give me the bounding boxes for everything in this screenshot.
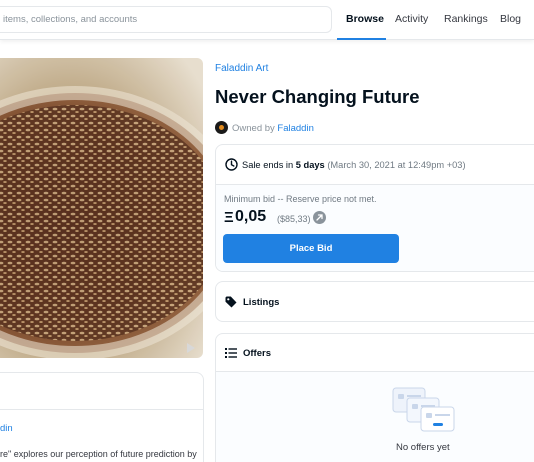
- clock-icon: [225, 158, 238, 171]
- collection-link[interactable]: Faladdin Art: [215, 63, 268, 74]
- artwork-image[interactable]: [0, 58, 203, 358]
- sale-panel: Sale ends in 5 days (March 30, 2021 at 1…: [215, 144, 534, 272]
- description-text: re" explores our perception of future pr…: [0, 449, 197, 459]
- empty-offers-icon: [392, 387, 455, 432]
- top-navbar: items, collections, and accounts Browse …: [0, 0, 534, 40]
- search-input[interactable]: items, collections, and accounts: [0, 6, 332, 33]
- offers-header[interactable]: Offers: [216, 334, 534, 372]
- sale-remaining: 5 days: [295, 160, 325, 170]
- nav-activity[interactable]: Activity: [395, 13, 428, 25]
- price-value: 0,05: [235, 208, 267, 225]
- play-icon[interactable]: [186, 343, 196, 353]
- list-icon: [225, 348, 237, 358]
- price-usd: ($85,33): [277, 214, 311, 224]
- item-title: Never Changing Future: [215, 86, 420, 107]
- no-offers-text: No offers yet: [396, 442, 450, 453]
- offers-label: Offers: [243, 348, 271, 359]
- nav-browse[interactable]: Browse: [346, 13, 384, 25]
- owner-avatar[interactable]: [215, 121, 228, 134]
- owner-link[interactable]: Faladdin: [277, 123, 313, 134]
- tag-icon: [225, 296, 237, 308]
- search-placeholder: items, collections, and accounts: [3, 14, 138, 25]
- arrow-up-right-icon[interactable]: [313, 211, 326, 224]
- creator-link[interactable]: din: [0, 423, 13, 434]
- offers-accordion: Offers No offers yet: [215, 333, 534, 462]
- offers-body: No offers yet: [216, 372, 534, 462]
- eth-icon: Ξ: [224, 209, 234, 226]
- nav-blog[interactable]: Blog: [500, 13, 521, 25]
- sale-date: (March 30, 2021 at 12:49pm +03): [327, 160, 466, 170]
- listings-accordion[interactable]: Listings: [215, 281, 534, 322]
- description-divider: [0, 409, 204, 410]
- active-nav-indicator: [337, 38, 386, 40]
- sale-header: Sale ends in 5 days (March 30, 2021 at 1…: [216, 145, 534, 185]
- nav-rankings[interactable]: Rankings: [444, 13, 488, 25]
- minimum-bid-label: Minimum bid -- Reserve price not met.: [224, 194, 377, 204]
- sale-end-text: Sale ends in 5 days (March 30, 2021 at 1…: [242, 160, 466, 170]
- sale-body: Minimum bid -- Reserve price not met. Ξ …: [216, 185, 534, 271]
- owned-by-line: Owned by Faladdin: [232, 123, 314, 134]
- listings-label: Listings: [243, 297, 280, 308]
- place-bid-button[interactable]: Place Bid: [223, 234, 399, 263]
- owned-by-label: Owned by: [232, 123, 275, 134]
- sale-prefix: Sale ends in: [242, 160, 294, 170]
